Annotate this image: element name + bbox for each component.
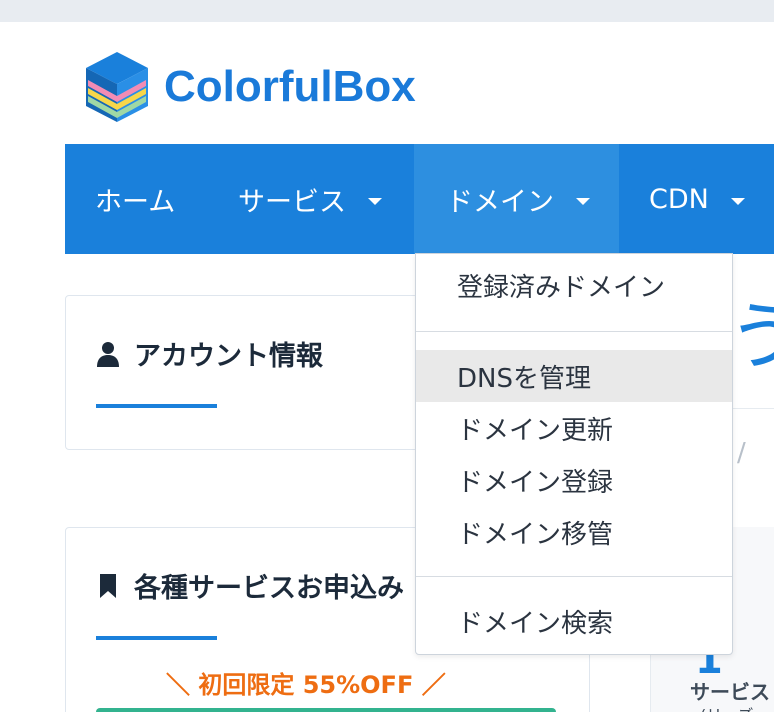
title-underline [96, 636, 217, 640]
logo-wordmark: ColorfulBox [164, 62, 416, 111]
account-card-title: アカウント情報 [96, 334, 323, 373]
logo-cube-icon [86, 52, 148, 122]
main-navbar: ホーム サービス ドメイン CDN [65, 144, 774, 254]
nav-home[interactable]: ホーム [95, 144, 175, 254]
nav-cdn-label: CDN [649, 183, 709, 215]
services-card-title-text: 各種サービスお申込み [134, 573, 404, 604]
menu-item-renew-domain[interactable]: ドメイン更新 [416, 402, 732, 454]
menu-divider [416, 331, 732, 332]
nav-cdn[interactable]: CDN [649, 144, 745, 254]
menu-item-label: 登録済みドメイン [457, 272, 666, 303]
services-card-title: 各種サービスお申込み [96, 566, 404, 605]
menu-item-label: ドメイン移管 [457, 519, 614, 550]
menu-item-label: ドメイン更新 [457, 415, 614, 446]
user-icon [97, 341, 119, 367]
menu-item-search-domain[interactable]: ドメイン検索 [416, 595, 732, 647]
page-heading-fragment: う [728, 294, 774, 380]
domain-dropdown-menu: 登録済みドメイン DNSを管理 ドメイン更新 ドメイン登録 ドメイン移管 ドメイ… [415, 253, 733, 655]
breadcrumb-separator: / [737, 438, 746, 468]
order-button[interactable] [96, 708, 556, 712]
title-underline [96, 404, 217, 408]
account-card-title-text: アカウント情報 [134, 341, 323, 372]
caret-down-icon [730, 197, 745, 205]
site-logo[interactable]: ColorfulBox [84, 50, 416, 124]
menu-item-registered-domains[interactable]: 登録済みドメイン [416, 259, 732, 311]
menu-item-label: DNSを管理 [457, 363, 591, 394]
caret-down-icon [368, 197, 382, 205]
menu-item-transfer-domain[interactable]: ドメイン移管 [416, 506, 732, 558]
browser-top-strip [0, 0, 774, 22]
nav-home-label: ホーム [95, 186, 176, 218]
bookmark-icon [100, 573, 116, 598]
caret-down-icon [576, 197, 590, 205]
nav-domain-label: ドメイン [446, 186, 554, 218]
promo-text: ＼ 初回限定 55%OFF ／ [166, 671, 446, 699]
service-count-label: サービス [690, 680, 770, 704]
menu-item-manage-dns[interactable]: DNSを管理 [416, 350, 732, 402]
menu-item-label: ドメイン登録 [457, 467, 614, 498]
nav-services-label: サービス [238, 186, 346, 218]
menu-divider [416, 576, 732, 577]
service-count-sub: (リーズ [700, 702, 753, 712]
menu-item-register-domain[interactable]: ドメイン登録 [416, 454, 732, 506]
nav-services[interactable]: サービス [238, 144, 382, 254]
menu-item-label: ドメイン検索 [457, 608, 614, 639]
nav-domain[interactable]: ドメイン [414, 144, 619, 254]
